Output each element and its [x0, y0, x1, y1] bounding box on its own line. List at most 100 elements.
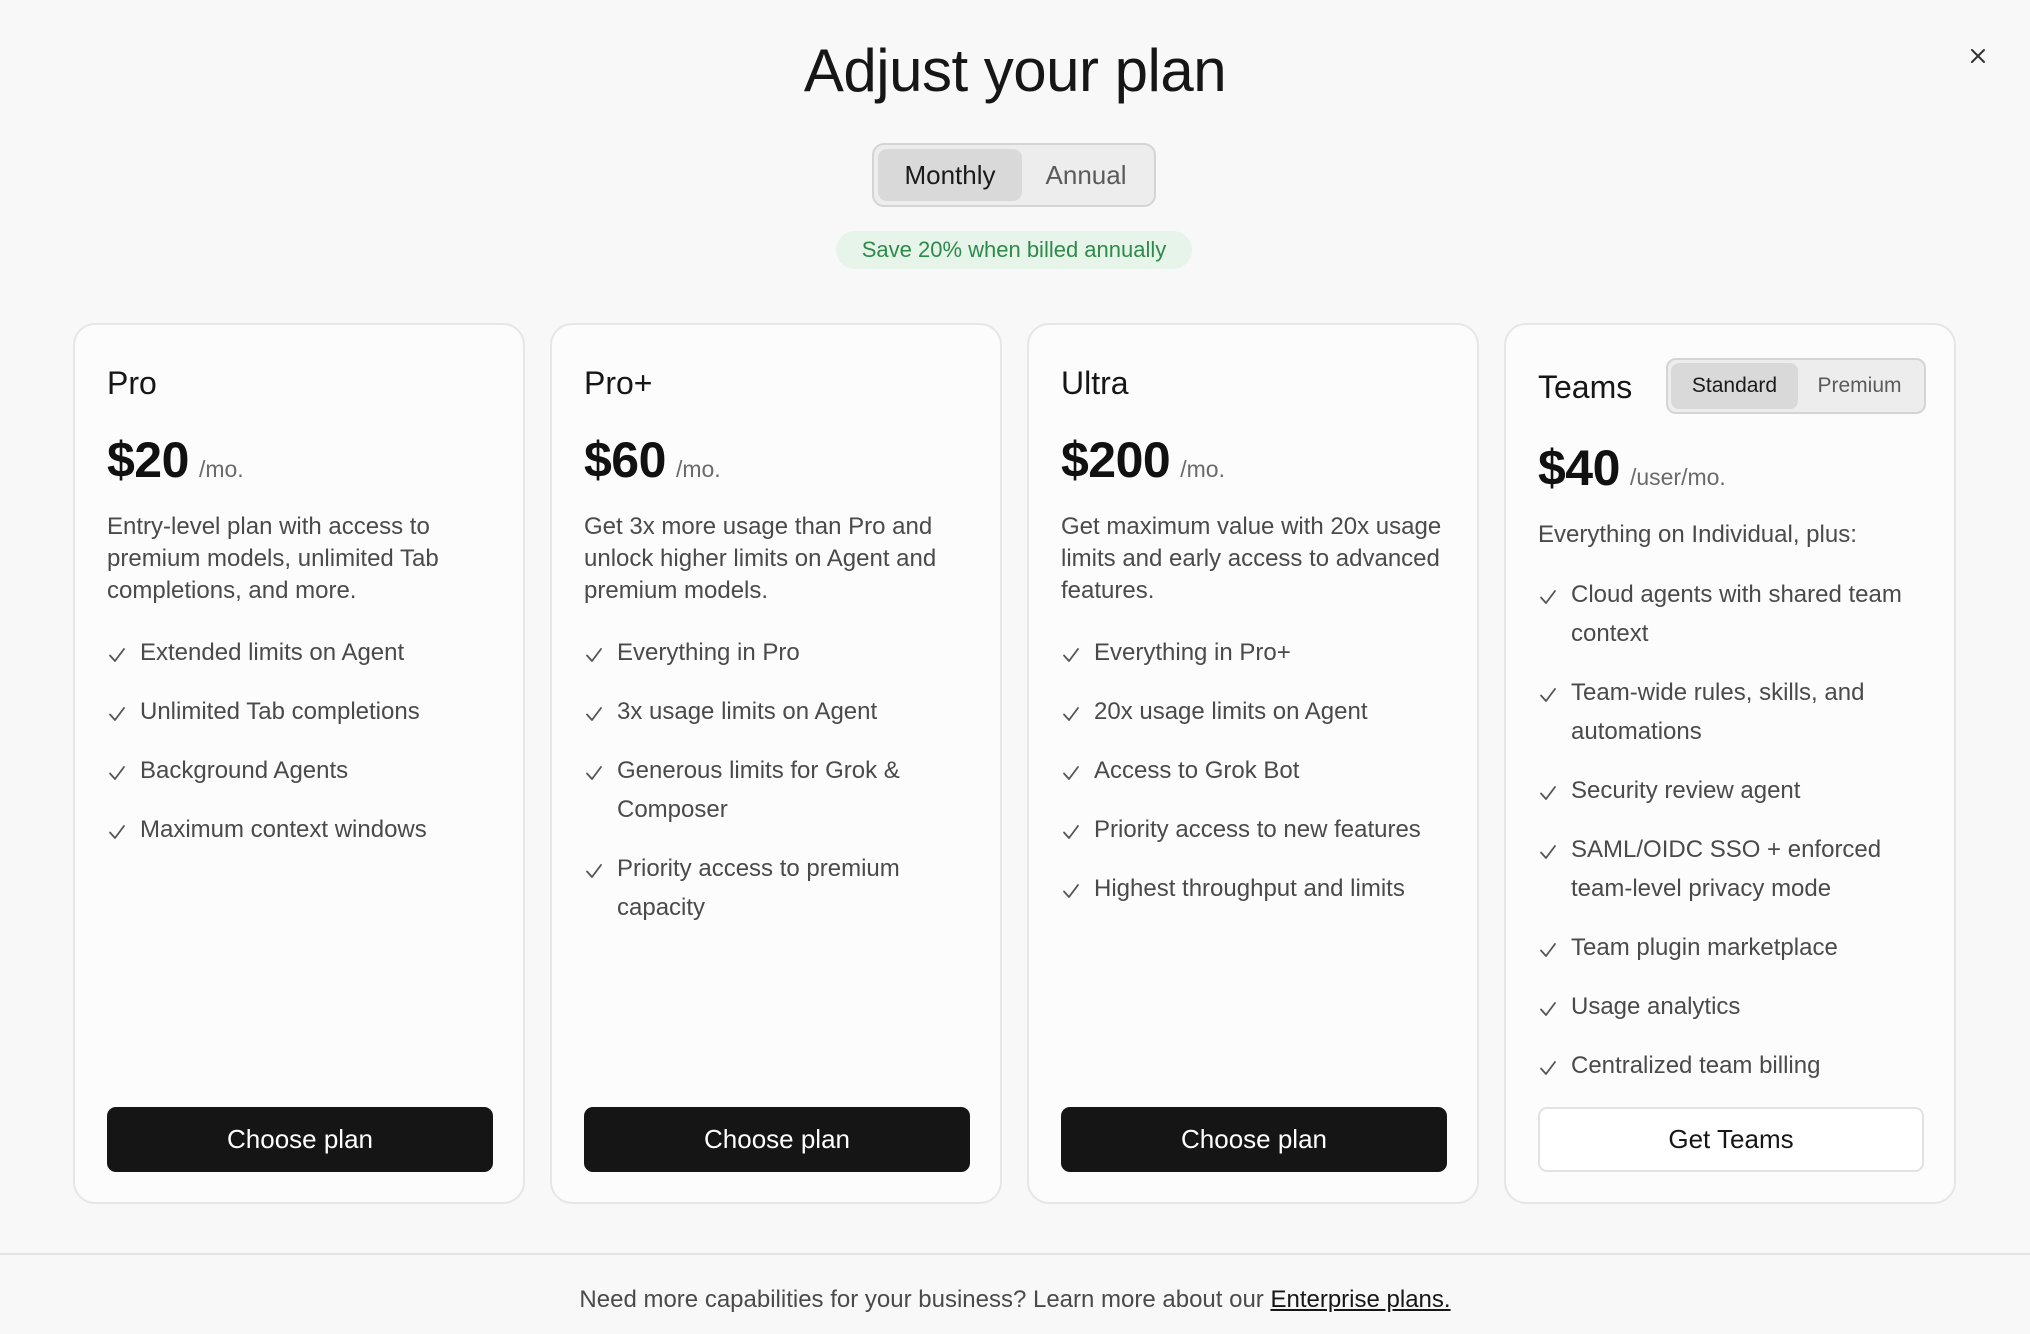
feature-text: Cloud agents with shared team context [1571, 581, 1902, 647]
feature-text: SAML/OIDC SSO + enforced team-level priv… [1571, 836, 1882, 902]
check-icon [1063, 884, 1079, 898]
feature-item: Priority access to premium capacity [584, 849, 984, 927]
choose-plan-button[interactable]: Choose plan [584, 1107, 970, 1172]
feature-text: Everything in Pro+ [1094, 639, 1291, 666]
feature-text: Access to Grok Bot [1094, 757, 1300, 784]
price-period: /mo. [675, 456, 721, 482]
feature-text: 20x usage limits on Agent [1094, 698, 1368, 725]
check-icon [1063, 766, 1079, 780]
price-amount: $60 [584, 432, 666, 488]
plan-price: $20 /mo. [107, 431, 244, 489]
feature-item: Unlimited Tab completions [107, 692, 507, 731]
plan-description: Entry-level plan with access to premium … [107, 513, 439, 604]
feature-item: Access to Grok Bot [1061, 751, 1461, 790]
feature-text: Extended limits on Agent [140, 639, 405, 666]
plan-card-teams: Teams Standard Premium $40 /user/mo. Eve… [1504, 323, 1956, 1204]
feature-item: 20x usage limits on Agent [1061, 692, 1461, 731]
plan-price: $60 /mo. [584, 431, 721, 489]
plan-price: $200 /mo. [1061, 431, 1225, 489]
feature-item: Priority access to new features [1061, 810, 1461, 849]
check-icon [1063, 648, 1079, 662]
check-icon [1540, 943, 1556, 957]
check-icon [109, 825, 125, 839]
check-icon [109, 707, 125, 721]
plan-name: Ultra [1061, 365, 1129, 401]
page-title: Adjust your plan [803, 37, 1227, 104]
feature-item: Extended limits on Agent [107, 633, 507, 672]
billing-period-toggle: Monthly Annual [872, 143, 1156, 207]
get-teams-button[interactable]: Get Teams [1538, 1107, 1924, 1172]
feature-list: Extended limits on Agent Unlimited Tab co… [107, 633, 507, 869]
feature-text: Maximum context windows [140, 816, 427, 843]
tier-option-premium[interactable]: Premium [1798, 363, 1921, 409]
price-amount: $200 [1061, 432, 1171, 488]
feature-text: Everything in Pro [617, 639, 800, 666]
feature-item: Highest throughput and limits [1061, 869, 1461, 908]
plan-price: $40 /user/mo. [1538, 439, 1726, 497]
feature-item: Everything in Pro [584, 633, 984, 672]
footer-text: Need more capabilities for your business… [579, 1286, 1271, 1313]
check-icon [1540, 1061, 1556, 1075]
feature-item: Background Agents [107, 751, 507, 790]
enterprise-plans-link[interactable]: Enterprise plans. [1270, 1286, 1450, 1313]
feature-item: SAML/OIDC SSO + enforced team-level priv… [1538, 830, 1938, 908]
check-icon [1540, 845, 1556, 859]
check-icon [1063, 825, 1079, 839]
check-icon [586, 864, 602, 878]
check-icon [1540, 1002, 1556, 1016]
price-amount: $20 [107, 432, 189, 488]
choose-plan-button[interactable]: Choose plan [1061, 1107, 1447, 1172]
feature-text: Unlimited Tab completions [140, 698, 420, 725]
plan-name: Teams [1538, 369, 1633, 405]
check-icon [1540, 786, 1556, 800]
check-icon [1540, 590, 1556, 604]
check-icon [586, 766, 602, 780]
price-amount: $40 [1538, 440, 1620, 496]
price-period: /mo. [1180, 456, 1225, 482]
feature-text: Centralized team billing [1571, 1052, 1821, 1079]
feature-text: Team-wide rules, skills, and automations [1571, 679, 1865, 745]
feature-text: Team plugin marketplace [1571, 934, 1838, 961]
feature-list: Everything in Pro+ 20x usage limits on Ag… [1061, 633, 1461, 928]
plan-description: Everything on Individual, plus: [1538, 521, 1857, 548]
feature-item: Everything in Pro+ [1061, 633, 1461, 672]
billing-option-monthly[interactable]: Monthly [878, 149, 1022, 201]
feature-item: Team-wide rules, skills, and automations [1538, 673, 1938, 751]
footer-divider [0, 1253, 2030, 1255]
feature-text: Generous limits for Grok & Composer [617, 757, 900, 823]
check-icon [586, 648, 602, 662]
plan-description: Get maximum value with 20x usage limits … [1061, 513, 1442, 604]
check-icon [1063, 707, 1079, 721]
feature-item: Generous limits for Grok & Composer [584, 751, 984, 829]
feature-text: Highest throughput and limits [1094, 875, 1405, 902]
plan-card-pro-plus: Pro+ $60 /mo. Get 3x more usage than Pro… [550, 323, 1002, 1204]
plan-dialog: Adjust your plan Monthly Annual Save 20%… [0, 0, 2030, 1334]
feature-text: 3x usage limits on Agent [617, 698, 878, 725]
plan-card-ultra: Ultra $200 /mo. Get maximum value with 2… [1027, 323, 1479, 1204]
price-period: /mo. [198, 456, 244, 482]
check-icon [586, 707, 602, 721]
choose-plan-button[interactable]: Choose plan [107, 1107, 493, 1172]
feature-list: Cloud agents with shared team context Tea… [1538, 575, 1938, 1105]
feature-item: Security review agent [1538, 771, 1938, 810]
tier-option-standard[interactable]: Standard [1671, 363, 1798, 409]
plan-name: Pro [107, 365, 157, 401]
feature-text: Usage analytics [1571, 993, 1741, 1020]
billing-option-annual[interactable]: Annual [1022, 149, 1150, 201]
feature-text: Priority access to premium capacity [617, 855, 900, 921]
enterprise-footer: Need more capabilities for your business… [0, 1286, 2030, 1314]
plan-name: Pro+ [584, 365, 653, 401]
check-icon [109, 648, 125, 662]
check-icon [1540, 688, 1556, 702]
feature-text: Priority access to new features [1094, 816, 1421, 843]
feature-text: Background Agents [140, 757, 349, 784]
feature-item: Usage analytics [1538, 987, 1938, 1026]
feature-text: Security review agent [1571, 777, 1801, 804]
feature-item: Cloud agents with shared team context [1538, 575, 1938, 653]
feature-list: Everything in Pro 3x usage limits on Agen… [584, 633, 984, 947]
plan-description: Get 3x more usage than Pro and unlock hi… [584, 513, 937, 604]
annual-savings-badge: Save 20% when billed annually [836, 231, 1192, 269]
team-tier-toggle: Standard Premium [1666, 358, 1926, 414]
price-period: /user/mo. [1629, 464, 1726, 490]
check-icon [109, 766, 125, 780]
